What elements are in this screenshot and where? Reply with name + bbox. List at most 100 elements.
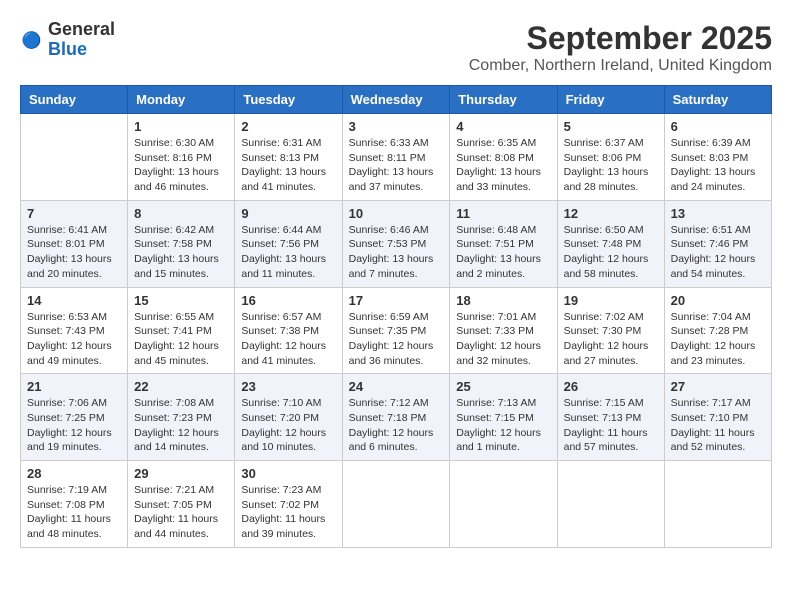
day-info: Sunrise: 6:57 AMSunset: 7:38 PMDaylight:… <box>241 310 335 369</box>
day-number: 25 <box>456 379 550 394</box>
day-info: Sunrise: 7:23 AMSunset: 7:02 PMDaylight:… <box>241 483 335 542</box>
calendar-header-row: SundayMondayTuesdayWednesdayThursdayFrid… <box>21 86 772 114</box>
calendar-cell <box>342 461 450 548</box>
day-info: Sunrise: 7:04 AMSunset: 7:28 PMDaylight:… <box>671 310 765 369</box>
calendar-cell: 29 Sunrise: 7:21 AMSunset: 7:05 PMDayligh… <box>128 461 235 548</box>
day-number: 6 <box>671 119 765 134</box>
day-info: Sunrise: 6:39 AMSunset: 8:03 PMDaylight:… <box>671 136 765 195</box>
day-info: Sunrise: 7:01 AMSunset: 7:33 PMDaylight:… <box>456 310 550 369</box>
calendar-week-row: 28 Sunrise: 7:19 AMSunset: 7:08 PMDayligh… <box>21 461 772 548</box>
day-info: Sunrise: 6:31 AMSunset: 8:13 PMDaylight:… <box>241 136 335 195</box>
calendar-cell: 9Sunrise: 6:44 AMSunset: 7:56 PMDaylight… <box>235 200 342 287</box>
day-info: Sunrise: 7:17 AMSunset: 7:10 PMDaylight:… <box>671 396 765 455</box>
day-info: Sunrise: 7:02 AMSunset: 7:30 PMDaylight:… <box>564 310 658 369</box>
day-info: Sunrise: 7:08 AMSunset: 7:23 PMDaylight:… <box>134 396 228 455</box>
day-info: Sunrise: 6:46 AMSunset: 7:53 PMDaylight:… <box>349 223 444 282</box>
day-number: 20 <box>671 293 765 308</box>
col-header-friday: Friday <box>557 86 664 114</box>
day-number: 3 <box>349 119 444 134</box>
day-number: 29 <box>134 466 228 481</box>
day-info: Sunrise: 6:51 AMSunset: 7:46 PMDaylight:… <box>671 223 765 282</box>
day-number: 4 <box>456 119 550 134</box>
day-info: Sunrise: 6:37 AMSunset: 8:06 PMDaylight:… <box>564 136 658 195</box>
day-number: 21 <box>27 379 121 394</box>
day-info: Sunrise: 6:35 AMSunset: 8:08 PMDaylight:… <box>456 136 550 195</box>
day-number: 26 <box>564 379 658 394</box>
calendar-cell: 19 Sunrise: 7:02 AMSunset: 7:30 PMDayligh… <box>557 287 664 374</box>
calendar-cell: 20 Sunrise: 7:04 AMSunset: 7:28 PMDayligh… <box>664 287 771 374</box>
day-info: Sunrise: 7:12 AMSunset: 7:18 PMDaylight:… <box>349 396 444 455</box>
calendar-cell: 22 Sunrise: 7:08 AMSunset: 7:23 PMDayligh… <box>128 374 235 461</box>
calendar-cell: 13 Sunrise: 6:51 AMSunset: 7:46 PMDayligh… <box>664 200 771 287</box>
calendar-cell: 12 Sunrise: 6:50 AMSunset: 7:48 PMDayligh… <box>557 200 664 287</box>
day-info: Sunrise: 6:42 AMSunset: 7:58 PMDaylight:… <box>134 223 228 282</box>
day-number: 1 <box>134 119 228 134</box>
day-info: Sunrise: 6:50 AMSunset: 7:48 PMDaylight:… <box>564 223 658 282</box>
calendar-cell: 23 Sunrise: 7:10 AMSunset: 7:20 PMDayligh… <box>235 374 342 461</box>
location-subtitle: Comber, Northern Ireland, United Kingdom <box>469 57 772 75</box>
calendar-cell <box>21 114 128 201</box>
day-number: 5 <box>564 119 658 134</box>
month-title: September 2025 <box>469 20 772 57</box>
day-number: 2 <box>241 119 335 134</box>
col-header-thursday: Thursday <box>450 86 557 114</box>
calendar-cell: 24Sunrise: 7:12 AMSunset: 7:18 PMDayligh… <box>342 374 450 461</box>
day-number: 13 <box>671 206 765 221</box>
calendar-cell: 15 Sunrise: 6:55 AMSunset: 7:41 PMDayligh… <box>128 287 235 374</box>
calendar-cell <box>450 461 557 548</box>
calendar-cell: 21Sunrise: 7:06 AMSunset: 7:25 PMDayligh… <box>21 374 128 461</box>
day-info: Sunrise: 6:30 AMSunset: 8:16 PMDaylight:… <box>134 136 228 195</box>
day-number: 8 <box>134 206 228 221</box>
day-number: 11 <box>456 206 550 221</box>
calendar-week-row: 1 Sunrise: 6:30 AMSunset: 8:16 PMDaylight… <box>21 114 772 201</box>
logo-icon: 🔵 <box>20 28 44 52</box>
page-header: 🔵 General Blue September 2025 Comber, No… <box>20 20 772 75</box>
day-info: Sunrise: 7:10 AMSunset: 7:20 PMDaylight:… <box>241 396 335 455</box>
calendar-week-row: 14Sunrise: 6:53 AMSunset: 7:43 PMDayligh… <box>21 287 772 374</box>
calendar-cell: 17 Sunrise: 6:59 AMSunset: 7:35 PMDayligh… <box>342 287 450 374</box>
day-info: Sunrise: 6:55 AMSunset: 7:41 PMDaylight:… <box>134 310 228 369</box>
day-info: Sunrise: 7:13 AMSunset: 7:15 PMDaylight:… <box>456 396 550 455</box>
day-number: 16 <box>241 293 335 308</box>
day-number: 17 <box>349 293 444 308</box>
day-info: Sunrise: 6:53 AMSunset: 7:43 PMDaylight:… <box>27 310 121 369</box>
col-header-tuesday: Tuesday <box>235 86 342 114</box>
day-info: Sunrise: 6:59 AMSunset: 7:35 PMDaylight:… <box>349 310 444 369</box>
calendar-cell: 7Sunrise: 6:41 AMSunset: 8:01 PMDaylight… <box>21 200 128 287</box>
calendar-cell: 2 Sunrise: 6:31 AMSunset: 8:13 PMDaylight… <box>235 114 342 201</box>
day-number: 23 <box>241 379 335 394</box>
col-header-monday: Monday <box>128 86 235 114</box>
calendar-cell: 3 Sunrise: 6:33 AMSunset: 8:11 PMDaylight… <box>342 114 450 201</box>
logo: 🔵 General Blue <box>20 20 115 60</box>
col-header-saturday: Saturday <box>664 86 771 114</box>
calendar-cell: 30 Sunrise: 7:23 AMSunset: 7:02 PMDayligh… <box>235 461 342 548</box>
calendar-cell: 8 Sunrise: 6:42 AMSunset: 7:58 PMDaylight… <box>128 200 235 287</box>
day-info: Sunrise: 7:19 AMSunset: 7:08 PMDaylight:… <box>27 483 121 542</box>
day-info: Sunrise: 7:15 AMSunset: 7:13 PMDaylight:… <box>564 396 658 455</box>
svg-text:🔵: 🔵 <box>22 30 42 49</box>
day-number: 30 <box>241 466 335 481</box>
day-info: Sunrise: 6:33 AMSunset: 8:11 PMDaylight:… <box>349 136 444 195</box>
day-number: 19 <box>564 293 658 308</box>
day-number: 15 <box>134 293 228 308</box>
calendar-cell: 1 Sunrise: 6:30 AMSunset: 8:16 PMDaylight… <box>128 114 235 201</box>
day-number: 28 <box>27 466 121 481</box>
day-info: Sunrise: 6:48 AMSunset: 7:51 PMDaylight:… <box>456 223 550 282</box>
calendar-cell: 28 Sunrise: 7:19 AMSunset: 7:08 PMDayligh… <box>21 461 128 548</box>
calendar-cell <box>557 461 664 548</box>
calendar-cell: 4 Sunrise: 6:35 AMSunset: 8:08 PMDaylight… <box>450 114 557 201</box>
calendar-cell: 16 Sunrise: 6:57 AMSunset: 7:38 PMDayligh… <box>235 287 342 374</box>
calendar-cell: 10 Sunrise: 6:46 AMSunset: 7:53 PMDayligh… <box>342 200 450 287</box>
day-number: 7 <box>27 206 121 221</box>
calendar-cell <box>664 461 771 548</box>
day-number: 12 <box>564 206 658 221</box>
day-number: 22 <box>134 379 228 394</box>
day-info: Sunrise: 7:21 AMSunset: 7:05 PMDaylight:… <box>134 483 228 542</box>
day-number: 10 <box>349 206 444 221</box>
calendar-table: SundayMondayTuesdayWednesdayThursdayFrid… <box>20 85 772 548</box>
calendar-cell: 26 Sunrise: 7:15 AMSunset: 7:13 PMDayligh… <box>557 374 664 461</box>
calendar-cell: 18Sunrise: 7:01 AMSunset: 7:33 PMDayligh… <box>450 287 557 374</box>
day-info: Sunrise: 6:44 AMSunset: 7:56 PMDaylight:… <box>241 223 335 282</box>
calendar-week-row: 7Sunrise: 6:41 AMSunset: 8:01 PMDaylight… <box>21 200 772 287</box>
day-number: 27 <box>671 379 765 394</box>
